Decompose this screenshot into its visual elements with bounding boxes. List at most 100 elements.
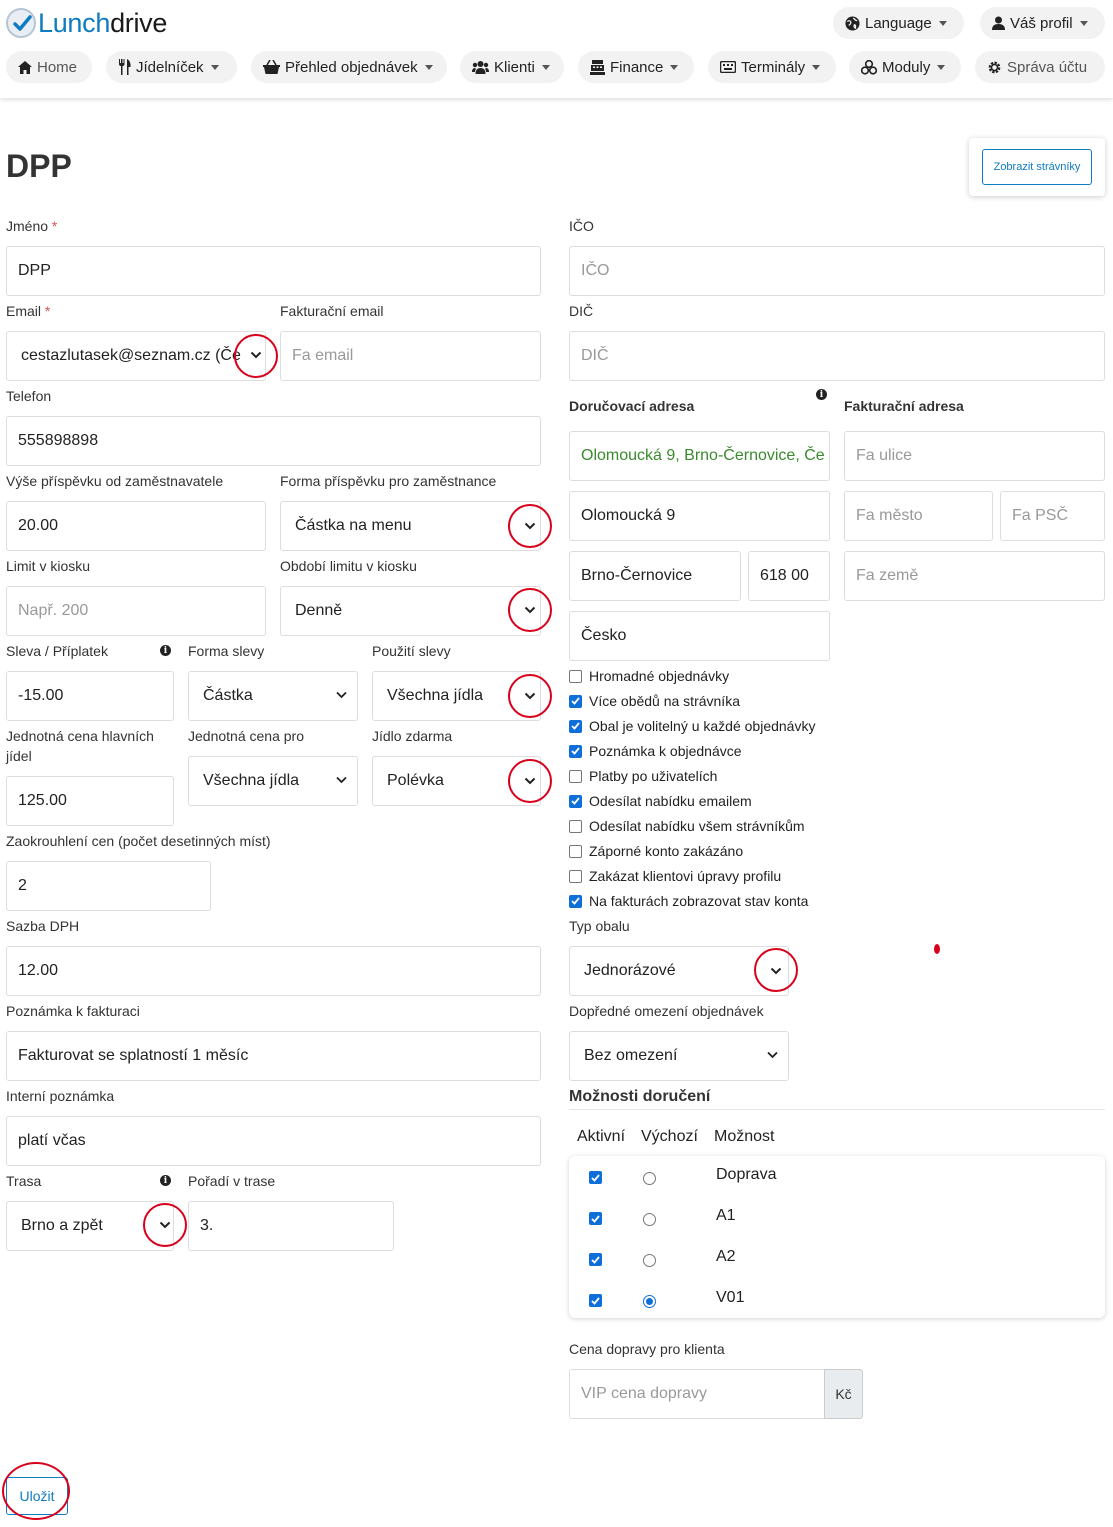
ico-input[interactable]: IČO — [569, 246, 1105, 296]
invoice-email-input[interactable]: Fa email — [280, 331, 541, 381]
delivery-address-label: Doručovací adresa — [569, 398, 695, 414]
discount-input[interactable]: -15.00 — [6, 671, 174, 721]
checkbox-disable-profile-edit[interactable]: Zakázat klientovi úpravy profilu — [569, 866, 781, 886]
checkbox-send-offer-email[interactable]: Odesílat nabídku emailem — [569, 791, 752, 811]
checkbox-checked-icon[interactable] — [569, 719, 582, 733]
route-order-input[interactable]: 3. — [188, 1201, 394, 1251]
delivery-active-checkbox[interactable] — [589, 1294, 602, 1307]
chevron-down-icon — [524, 522, 536, 530]
chevron-down-icon — [524, 692, 536, 700]
nav-clients[interactable]: Klienti — [460, 51, 564, 83]
invoice-city-input[interactable]: Fa město — [844, 491, 993, 541]
employer-contribution-input[interactable]: 20.00 — [6, 501, 266, 551]
delivery-country-input[interactable]: Česko — [569, 611, 830, 661]
checkbox-payments-per-user[interactable]: Platby po uživatelích — [569, 766, 717, 786]
delivery-active-checkbox[interactable] — [589, 1253, 602, 1266]
delivery-default-radio[interactable] — [643, 1213, 656, 1226]
delivery-default-radio[interactable] — [643, 1172, 656, 1185]
delivery-option-name: A1 — [716, 1207, 736, 1224]
checkbox-send-offer-all[interactable]: Odesílat nabídku všem strávníkům — [569, 816, 805, 836]
cubes-icon — [861, 59, 877, 75]
user-icon — [992, 16, 1005, 30]
discount-form-select[interactable]: Částka — [188, 671, 358, 721]
chevron-down-icon — [250, 351, 262, 359]
contribution-form-select[interactable]: Částka na menu — [280, 501, 541, 551]
dic-input[interactable]: DIČ — [569, 331, 1105, 381]
invoice-note-input[interactable]: Fakturovat se splatností 1 měsíc — [6, 1031, 541, 1081]
delivery-default-radio[interactable] — [643, 1254, 656, 1267]
internal-note-input[interactable]: platí včas — [6, 1116, 541, 1166]
top-navigation-bar: Lunchdrive Language Váš profil Home Jíde… — [0, 0, 1113, 98]
chevron-down-icon — [336, 691, 347, 699]
unit-price-input[interactable]: 125.00 — [6, 776, 174, 826]
vat-input[interactable]: 12.00 — [6, 946, 541, 996]
delivery-price-input[interactable]: VIP cena dopravy — [569, 1369, 825, 1419]
packaging-label: Typ obalu — [569, 918, 630, 934]
kiosk-limit-input[interactable]: Např. 200 — [6, 586, 266, 636]
contribution-form-label: Forma příspěvku pro zaměstnance — [280, 473, 497, 489]
delivery-address-search[interactable]: Olomoucká 9, Brno-Černovice, Če — [569, 431, 830, 481]
kiosk-limit-label: Limit v kiosku — [6, 558, 91, 574]
nav-home[interactable]: Home — [6, 51, 92, 83]
delivery-zip-input[interactable]: 618 00 — [748, 551, 830, 601]
checkbox-bulk-orders[interactable]: Hromadné objednávky — [569, 666, 729, 686]
phone-input[interactable]: 555898898 — [6, 416, 541, 466]
chevron-down-icon — [336, 776, 347, 784]
invoice-country-input[interactable]: Fa země — [844, 551, 1105, 601]
email-label: Email * — [6, 303, 51, 319]
highlight-circle — [2, 1462, 70, 1520]
checkbox-icon[interactable] — [569, 769, 582, 783]
name-input[interactable]: DPP — [6, 246, 541, 296]
checkbox-icon[interactable] — [569, 844, 582, 858]
checkbox-icon[interactable] — [569, 869, 582, 883]
col-active-header: Aktivní — [577, 1128, 626, 1145]
delivery-option-name: V01 — [716, 1289, 745, 1306]
checkbox-show-balance-invoice[interactable]: Na fakturách zobrazovat stav konta — [569, 891, 808, 911]
nav-orders[interactable]: Přehled objednávek — [251, 51, 447, 83]
checkbox-icon[interactable] — [569, 669, 582, 683]
route-order-label: Pořadí v trase — [188, 1173, 276, 1189]
delivery-active-checkbox[interactable] — [589, 1212, 602, 1225]
checkbox-checked-icon[interactable] — [569, 694, 582, 708]
dic-label: DIČ — [569, 303, 594, 319]
rounding-input[interactable]: 2 — [6, 861, 211, 911]
delivery-street-input[interactable]: Olomoucká 9 — [569, 491, 830, 541]
checkbox-order-note[interactable]: Poznámka k objednávce — [569, 741, 742, 761]
info-icon[interactable]: i — [816, 389, 827, 400]
invoice-street-input[interactable]: Fa ulice — [844, 431, 1105, 481]
checkbox-negative-balance[interactable]: Záporné konto zakázáno — [569, 841, 743, 861]
nav-modules[interactable]: Moduly — [849, 51, 961, 83]
nav-finance[interactable]: Finance — [578, 51, 694, 83]
checkbox-checked-icon[interactable] — [569, 794, 582, 808]
checkbox-optional-packaging[interactable]: Obal je volitelný u každé objednávky — [569, 716, 815, 736]
language-dropdown[interactable]: Language — [833, 7, 964, 39]
red-mark — [934, 944, 940, 954]
kiosk-period-label: Období limitu v kiosku — [280, 558, 417, 574]
checkbox-checked-icon[interactable] — [569, 894, 582, 908]
lunchdrive-logo[interactable]: Lunchdrive — [6, 6, 167, 40]
invoice-zip-input[interactable]: Fa PSČ — [1000, 491, 1105, 541]
nav-terminals[interactable]: Terminály — [708, 51, 836, 83]
delivery-price-label: Cena dopravy pro klienta — [569, 1341, 725, 1357]
order-limit-label: Dopředné omezení objednávek — [569, 1003, 764, 1019]
info-icon[interactable]: i — [160, 645, 171, 656]
delivery-active-checkbox[interactable] — [589, 1171, 602, 1184]
unit-price-for-select[interactable]: Všechna jídla — [188, 756, 358, 806]
home-icon — [18, 60, 32, 74]
order-limit-select[interactable]: Bez omezení — [569, 1031, 789, 1081]
info-icon[interactable]: i — [160, 1175, 171, 1186]
checkbox-multiple-lunches[interactable]: Více obědů na strávníka — [569, 691, 740, 711]
nav-account[interactable]: Správa účtu — [975, 51, 1105, 83]
delivery-option-name: Doprava — [716, 1166, 777, 1183]
delivery-default-radio[interactable] — [643, 1295, 656, 1308]
nav-menu[interactable]: Jídelníček — [106, 51, 237, 83]
delivery-city-input[interactable]: Brno-Černovice — [569, 551, 741, 601]
profile-dropdown[interactable]: Váš profil — [980, 7, 1105, 39]
kiosk-period-select[interactable]: Denně — [280, 586, 541, 636]
name-label: Jméno * — [6, 218, 58, 234]
email-select[interactable]: cestazlutasek@seznam.cz (Če — [6, 331, 266, 381]
discount-use-label: Použití slevy — [372, 643, 451, 659]
checkbox-checked-icon[interactable] — [569, 744, 582, 758]
show-diners-button[interactable]: Zobrazit strávníky — [982, 149, 1092, 185]
checkbox-icon[interactable] — [569, 819, 582, 833]
